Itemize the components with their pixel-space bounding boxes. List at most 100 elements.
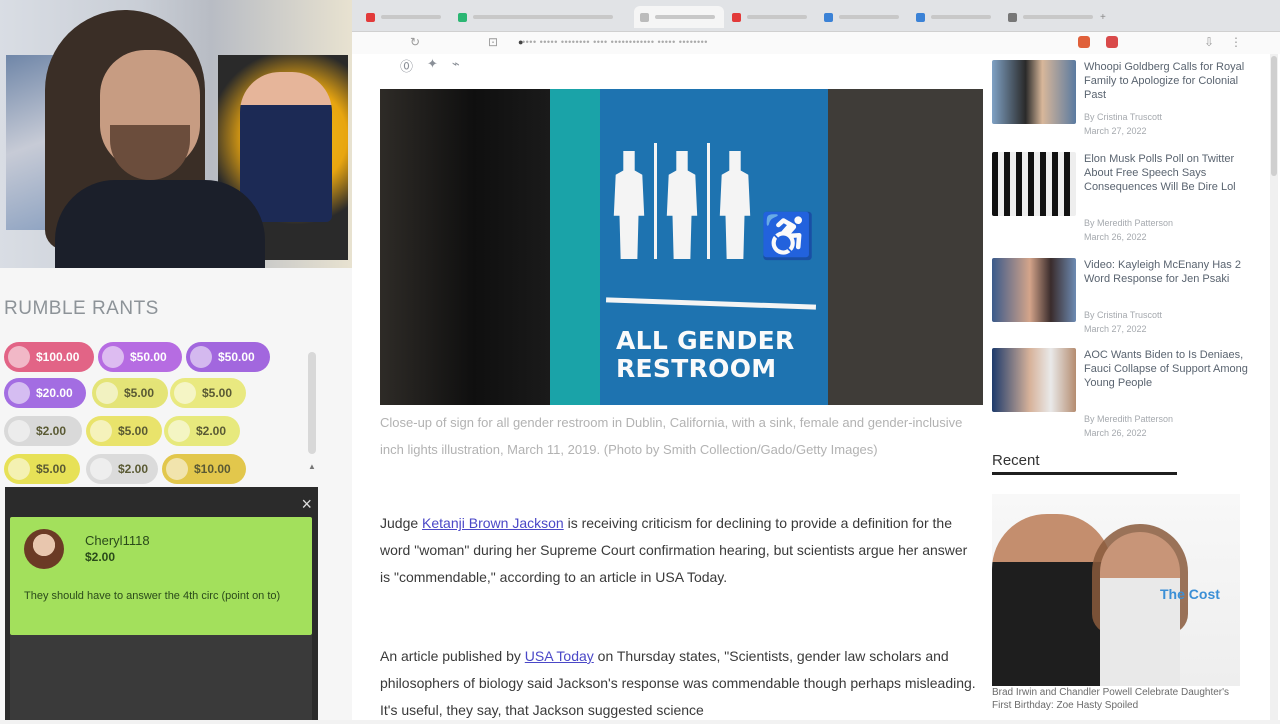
rant-pill[interactable]: $50.00	[186, 342, 270, 372]
link-icon[interactable]: ⌁	[452, 56, 460, 75]
rant-message-card: Cheryl1118 $2.00 They should have to ans…	[10, 517, 312, 635]
rant-pill[interactable]: $5.00	[86, 416, 162, 446]
user-avatar-icon	[174, 382, 196, 404]
user-avatar-icon	[190, 346, 212, 368]
rant-pill[interactable]: $5.00	[92, 378, 168, 408]
sidebar-article[interactable]: Whoopi Goldberg Calls for Royal Family t…	[992, 60, 1262, 140]
rants-scrollbar[interactable]	[308, 352, 316, 454]
hero-image: ♿ ALL GENDER RESTROOM	[380, 89, 983, 405]
user-avatar-icon	[8, 458, 30, 480]
rant-pill-amount: $2.00	[118, 462, 149, 476]
webcam-feed	[0, 0, 352, 268]
tab-active[interactable]	[634, 6, 724, 28]
tab-5[interactable]	[818, 6, 908, 28]
wheelchair-icon: ♿	[760, 212, 815, 261]
recent-article-title[interactable]: Brad Irwin and Chandler Powell Celebrate…	[992, 686, 1242, 712]
ketanji-link[interactable]: Ketanji Brown Jackson	[422, 515, 564, 531]
person-figure-icon	[666, 151, 698, 259]
twitter-icon[interactable]: ✦	[427, 56, 438, 75]
recent-heading: Recent	[992, 452, 1040, 469]
user-avatar-icon	[166, 458, 188, 480]
user-avatar-icon	[102, 346, 124, 368]
tab-favicon-icon	[916, 12, 925, 22]
menu-icon[interactable]: ⋮	[1230, 35, 1242, 49]
rant-pill-amount: $5.00	[124, 386, 155, 400]
new-tab-button[interactable]: +	[1094, 6, 1114, 28]
rant-pill-amount: $10.00	[194, 462, 231, 476]
rant-pill[interactable]: $2.00	[4, 416, 82, 446]
rant-pill-amount: $2.00	[36, 424, 67, 438]
user-avatar-icon	[96, 382, 118, 404]
article-thumbnail	[992, 258, 1076, 322]
stream-panel: RUMBLE RANTS $100.00 $50.00 $50.00 $20.00 $5…	[0, 0, 352, 720]
article-paragraph: An article published by USA Today on Thu…	[380, 648, 976, 718]
article-thumbnail	[992, 152, 1076, 216]
rant-pill-amount: $5.00	[118, 424, 149, 438]
rant-pill-amount: $5.00	[36, 462, 67, 476]
share-row: ⓪ ✦ ⌁	[400, 56, 460, 75]
sign-text: ALL GENDER RESTROOM	[616, 326, 795, 383]
sidebar-article[interactable]: AOC Wants Biden to Is Deniaes, Fauci Col…	[992, 348, 1262, 438]
downloads-icon[interactable]: ⇩	[1204, 35, 1214, 49]
rants-title: RUMBLE RANTS	[4, 298, 159, 319]
rant-amount: $2.00	[85, 550, 116, 564]
person-figure-icon	[719, 151, 751, 259]
tab-bar: +	[352, 0, 1280, 32]
tab-7[interactable]	[1002, 6, 1102, 28]
close-icon[interactable]: ×	[301, 495, 312, 513]
rant-message: They should have to answer the 4th circ …	[24, 590, 281, 602]
rant-pill[interactable]: $5.00	[170, 378, 246, 408]
image-caption: Close-up of sign for all gender restroom…	[380, 415, 963, 457]
browser-window: + ↻ ⊡ ● •••• ••••• •••••••• •••• •••••••…	[352, 0, 1280, 720]
rant-pill[interactable]: $20.00	[4, 378, 86, 408]
recent-article-image[interactable]: The Cost	[992, 494, 1240, 686]
rant-pill-amount: $50.00	[130, 350, 167, 364]
usa-today-link[interactable]: USA Today	[525, 648, 594, 664]
tab-2[interactable]	[452, 6, 632, 28]
rant-pill-amount: $5.00	[202, 386, 233, 400]
rumble-icon[interactable]: ⓪	[400, 56, 413, 75]
tab-favicon-icon	[824, 12, 833, 22]
rant-pill-amount: $20.00	[36, 386, 73, 400]
rant-pill[interactable]: $10.00	[162, 454, 246, 484]
streamer	[45, 10, 265, 268]
rant-pill[interactable]: $5.00	[4, 454, 80, 484]
article: ⓪ ✦ ⌁ ♿ ALL GENDER RESTROOM Close-up of …	[352, 54, 983, 720]
divider	[992, 472, 1177, 475]
address-bar[interactable]: •••• ••••• •••••••• •••• •••••••••••• ••…	[522, 37, 1032, 49]
tab-favicon-icon	[640, 12, 649, 22]
extension-icon[interactable]	[1078, 36, 1090, 48]
tab-favicon-icon	[458, 12, 467, 22]
rant-pill-amount: $50.00	[218, 350, 255, 364]
tab-4[interactable]	[726, 6, 816, 28]
sidebar: Whoopi Goldberg Calls for Royal Family t…	[992, 54, 1262, 720]
article-paragraph: Judge Ketanji Brown Jackson is receiving…	[380, 515, 968, 585]
article-thumbnail	[992, 348, 1076, 412]
sidebar-article[interactable]: Elon Musk Polls Poll on Twitter About Fr…	[992, 152, 1262, 242]
page-scrollbar[interactable]	[1270, 54, 1278, 720]
browser-toolbar: ↻ ⊡ ● •••• ••••• •••••••• •••• •••••••••…	[352, 32, 1280, 54]
reload-icon[interactable]: ↻	[410, 35, 420, 49]
avatar	[24, 529, 64, 569]
user-avatar-icon	[8, 420, 30, 442]
rant-pill[interactable]: $2.00	[86, 454, 158, 484]
user-avatar-icon	[8, 382, 30, 404]
tab-favicon-icon	[366, 12, 375, 22]
extension-icon[interactable]	[1106, 36, 1118, 48]
scroll-down-arrow-icon[interactable]: ▲	[308, 462, 316, 471]
rant-pill[interactable]: $2.00	[164, 416, 240, 446]
chat-area	[10, 635, 312, 720]
tab-favicon-icon	[732, 12, 741, 22]
rant-pill[interactable]: $50.00	[98, 342, 182, 372]
bookmark-icon[interactable]: ⊡	[488, 35, 498, 49]
user-avatar-icon	[8, 346, 30, 368]
tab-6[interactable]	[910, 6, 1000, 28]
sidebar-article[interactable]: Video: Kayleigh McEnany Has 2 Word Respo…	[992, 258, 1262, 338]
user-avatar-icon	[168, 420, 190, 442]
restroom-sign: ♿ ALL GENDER RESTROOM	[600, 89, 828, 405]
rant-pill-amount: $100.00	[36, 350, 80, 364]
person-figure-icon	[613, 151, 645, 259]
tab-1[interactable]	[360, 6, 450, 28]
rant-pill[interactable]: $100.00	[4, 342, 94, 372]
rant-pill-amount: $2.00	[196, 424, 227, 438]
